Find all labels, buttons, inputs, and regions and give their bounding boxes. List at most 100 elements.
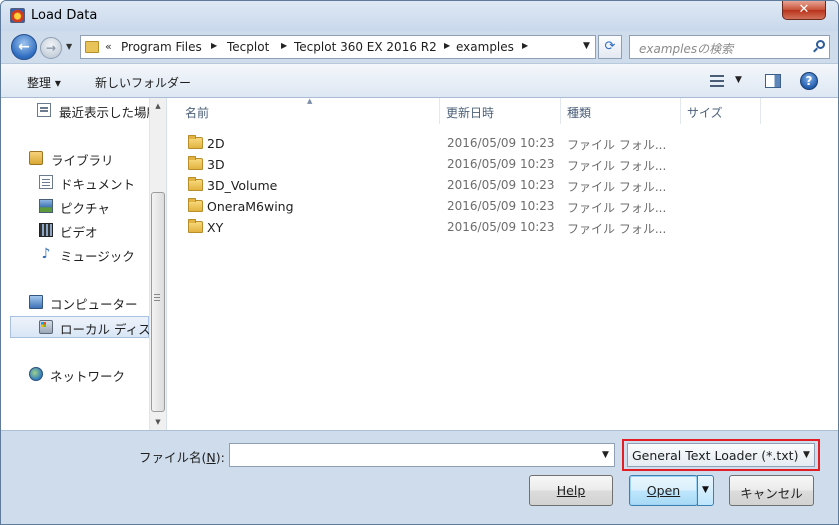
column-header-label: 更新日時: [446, 106, 495, 120]
column-header-size[interactable]: サイズ: [681, 98, 761, 124]
window-title: Load Data: [31, 8, 98, 23]
breadcrumb-program-files[interactable]: Program Files: [121, 40, 202, 54]
folder-icon: [188, 135, 203, 149]
recent-places-icon: [37, 103, 51, 117]
organize-menu[interactable]: 整理 ▾: [27, 74, 61, 91]
new-folder-button[interactable]: 新しいフォルダー: [95, 74, 191, 91]
file-modified: 2016/05/09 10:23: [447, 136, 555, 150]
videos-icon: [39, 223, 53, 237]
nav-item-computer[interactable]: コンピューター: [29, 293, 149, 313]
refresh-button[interactable]: ⟳: [598, 35, 622, 59]
dialog-footer: ファイル名(N): ▼ General Text Loader (*.txt) …: [1, 430, 838, 524]
nav-item-label: コンピューター: [50, 297, 138, 312]
title-bar: Load Data ✕: [1, 1, 838, 31]
file-modified: 2016/05/09 10:23: [447, 220, 555, 234]
nav-item-label: ドキュメント: [60, 177, 136, 192]
nav-item-videos[interactable]: ビデオ: [39, 221, 159, 241]
column-header-label: サイズ: [687, 106, 723, 120]
open-split-dropdown-icon[interactable]: ▼: [697, 475, 714, 506]
folder-icon: [188, 198, 203, 212]
close-button[interactable]: ✕: [782, 1, 826, 20]
breadcrumb-tecplot[interactable]: Tecplot: [227, 40, 269, 54]
file-modified: 2016/05/09 10:23: [447, 199, 555, 213]
filter-dropdown-icon[interactable]: ▼: [803, 450, 810, 460]
breadcrumb-separator-icon[interactable]: ▶: [522, 41, 528, 50]
file-name: 3D: [207, 157, 225, 172]
filter-value: General Text Loader (*.txt): [632, 448, 799, 463]
help-icon[interactable]: ?: [800, 72, 818, 90]
nav-item-libraries[interactable]: ライブラリ: [29, 149, 149, 169]
scroll-up-arrow-icon[interactable]: ▲: [150, 98, 166, 114]
folder-icon: [188, 177, 203, 191]
scroll-down-arrow-icon[interactable]: ▼: [150, 414, 166, 430]
scroll-thumb[interactable]: [151, 192, 165, 412]
back-button[interactable]: ←: [11, 34, 37, 60]
nav-item-recent-places[interactable]: 最近表示した場所: [37, 101, 160, 121]
file-type: ファイル フォル...: [567, 159, 667, 173]
music-icon: ♪: [41, 246, 51, 262]
address-row: ← → ▼ « Program Files ▶ Tecplot ▶ Tecplo…: [1, 31, 838, 63]
computer-icon: [29, 295, 43, 309]
nav-item-network[interactable]: ネットワーク: [29, 365, 149, 385]
filename-input[interactable]: ▼: [229, 443, 615, 467]
overflow-chevron[interactable]: «: [105, 40, 112, 53]
nav-item-label: ピクチャ: [60, 201, 110, 216]
history-dropdown-icon[interactable]: ▼: [66, 42, 76, 52]
file-row[interactable]: 2D 2016/05/09 10:23 ファイル フォル...: [167, 133, 727, 154]
address-bar[interactable]: « Program Files ▶ Tecplot ▶ Tecplot 360 …: [80, 35, 596, 59]
file-name: 3D_Volume: [207, 178, 278, 193]
breadcrumb-examples[interactable]: examples: [456, 40, 514, 54]
library-icon: [29, 151, 43, 165]
file-row[interactable]: OneraM6wing 2016/05/09 10:23 ファイル フォル...: [167, 196, 727, 217]
sort-ascending-icon: ▲: [307, 97, 313, 105]
breadcrumb-tecplot-360[interactable]: Tecplot 360 EX 2016 R2: [294, 40, 437, 54]
address-dropdown-icon[interactable]: ▼: [583, 41, 590, 51]
help-button[interactable]: Help: [529, 475, 613, 506]
search-input[interactable]: examplesの検索: [629, 35, 830, 59]
view-dropdown-icon[interactable]: ▼: [735, 75, 742, 85]
forward-button[interactable]: →: [40, 37, 62, 59]
network-icon: [29, 367, 43, 381]
local-disk-icon: [39, 320, 53, 334]
pictures-icon: [39, 199, 53, 213]
search-placeholder: examplesの検索: [639, 42, 734, 56]
folder-icon: [188, 219, 203, 233]
file-row[interactable]: 3D 2016/05/09 10:23 ファイル フォル...: [167, 154, 727, 175]
open-button[interactable]: Open: [629, 475, 698, 506]
column-header-type[interactable]: 種類: [561, 98, 681, 124]
folder-icon: [188, 156, 203, 170]
view-options-icon[interactable]: [710, 75, 724, 87]
preview-pane-icon[interactable]: [765, 74, 781, 88]
nav-item-label: ビデオ: [60, 225, 98, 240]
filename-label: ファイル名(N):: [139, 450, 225, 465]
file-type: ファイル フォル...: [567, 201, 667, 215]
navigation-pane: 最近表示した場所 ライブラリ ドキュメント ピクチャ ビデオ ♪ ミュージック …: [1, 98, 167, 430]
file-type: ファイル フォル...: [567, 180, 667, 194]
nav-item-pictures[interactable]: ピクチャ: [39, 197, 159, 217]
folder-icon: [85, 41, 99, 53]
file-type: ファイル フォル...: [567, 138, 667, 152]
breadcrumb-separator-icon[interactable]: ▶: [211, 41, 217, 50]
file-name: 2D: [207, 136, 225, 151]
column-header-label: 種類: [567, 106, 592, 120]
command-toolbar: 整理 ▾ 新しいフォルダー ▼ ?: [1, 63, 838, 98]
nav-item-label: 最近表示した場所: [59, 105, 160, 120]
file-row[interactable]: XY 2016/05/09 10:23 ファイル フォル...: [167, 217, 727, 238]
load-data-dialog: Load Data ✕ ← → ▼ « Program Files ▶ Tecp…: [0, 0, 839, 525]
search-icon[interactable]: [813, 40, 826, 53]
column-header-modified[interactable]: 更新日時: [440, 98, 561, 124]
nav-item-music[interactable]: ♪ ミュージック: [39, 245, 159, 265]
nav-item-label: ネットワーク: [50, 369, 126, 384]
file-name: OneraM6wing: [207, 199, 294, 214]
nav-item-documents[interactable]: ドキュメント: [39, 173, 159, 193]
nav-scrollbar[interactable]: ▲ ▼: [149, 98, 166, 430]
file-row[interactable]: 3D_Volume 2016/05/09 10:23 ファイル フォル...: [167, 175, 727, 196]
filename-dropdown-icon[interactable]: ▼: [602, 450, 609, 460]
cancel-button[interactable]: キャンセル: [729, 475, 814, 506]
file-type-filter-select[interactable]: General Text Loader (*.txt) ▼: [627, 443, 815, 467]
column-header-name[interactable]: ▲ 名前: [167, 97, 440, 124]
column-header-label: 名前: [185, 106, 210, 120]
nav-item-local-disk[interactable]: ローカル ディスク: [10, 316, 163, 338]
breadcrumb-separator-icon[interactable]: ▶: [444, 41, 450, 50]
breadcrumb-separator-icon[interactable]: ▶: [281, 41, 287, 50]
